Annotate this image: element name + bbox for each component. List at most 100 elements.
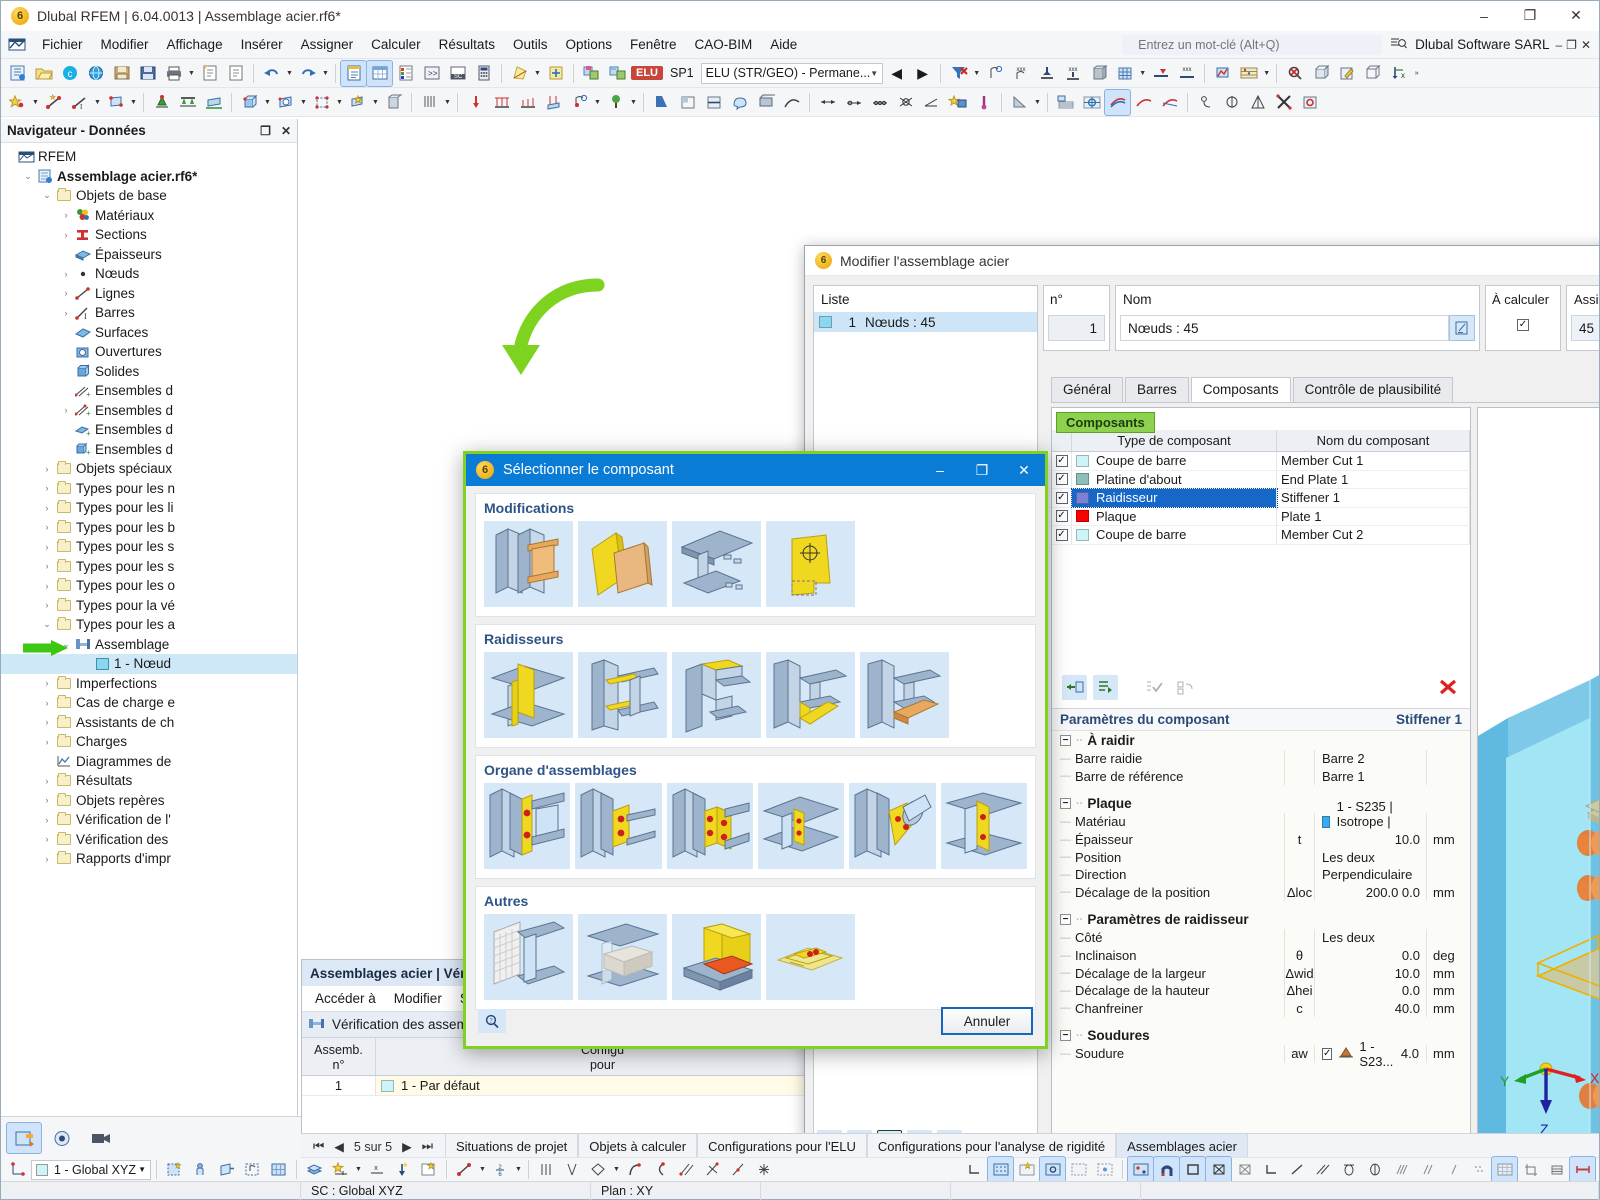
component-checkbox[interactable]: ✓ bbox=[1055, 491, 1068, 504]
parameter-value-cell[interactable]: 1 - S235 | Isotrope | Linéaire... bbox=[1314, 799, 1426, 844]
parameter-value-cell[interactable]: Les deux bbox=[1314, 929, 1426, 947]
nodal-load-icon[interactable] bbox=[463, 90, 488, 115]
solid-dropdown-icon[interactable]: ▼ bbox=[263, 99, 272, 106]
axis-x-icon[interactable]: x bbox=[1386, 61, 1411, 86]
component-row[interactable]: ✓ Coupe de barre Member Cut 1 bbox=[1052, 452, 1470, 471]
parameter-value-cell[interactable]: 10.0 bbox=[1314, 830, 1426, 849]
zoom-cancel-icon[interactable] bbox=[1282, 61, 1307, 86]
redo-dropdown-icon[interactable]: ▼ bbox=[321, 70, 330, 77]
tree-expander-icon[interactable]: ⌄ bbox=[39, 619, 55, 630]
maximize-button[interactable]: ❐ bbox=[1507, 1, 1553, 31]
component-checkbox[interactable]: ✓ bbox=[1055, 528, 1068, 541]
tab-assemblages-acier[interactable]: Assemblages acier bbox=[1116, 1133, 1248, 1160]
dots-snap-icon[interactable] bbox=[1466, 1157, 1491, 1182]
load-shape-dropdown-icon[interactable]: ▼ bbox=[533, 70, 542, 77]
diagram-tool-icon[interactable] bbox=[1007, 90, 1032, 115]
thumb-notch[interactable] bbox=[672, 521, 761, 607]
grid-display-icon[interactable] bbox=[1491, 1156, 1518, 1183]
cs-grid-icon[interactable] bbox=[266, 1157, 291, 1182]
filter-dropdown-icon[interactable]: ▼ bbox=[972, 70, 981, 77]
tree-item[interactable]: › Types pour les li bbox=[1, 498, 297, 518]
component-checkbox[interactable]: ✓ bbox=[1055, 473, 1068, 486]
rect-snap-icon[interactable] bbox=[1179, 1156, 1206, 1183]
tree-item[interactable]: Épaisseurs bbox=[1, 245, 297, 265]
rigid-link-dropdown-icon[interactable]: ▼ bbox=[335, 99, 344, 106]
tree-item[interactable]: + Ensembles d bbox=[1, 440, 297, 460]
parameter-row[interactable]: — Côté Les deux bbox=[1052, 929, 1470, 947]
parameter-row[interactable]: — Épaisseur t 10.0 mm bbox=[1052, 830, 1470, 849]
settings-gear-icon[interactable] bbox=[1297, 90, 1322, 115]
rhombus-icon[interactable] bbox=[586, 1157, 611, 1182]
thumb-base-plate[interactable] bbox=[672, 914, 761, 1000]
table-row[interactable]: 1 1 - Par défaut bbox=[302, 1076, 830, 1096]
dim-label2-icon[interactable]: x bbox=[364, 1157, 389, 1182]
search-icon[interactable] bbox=[1390, 36, 1408, 53]
tree-item[interactable]: › Résultats bbox=[1, 771, 297, 791]
menu-acceder-a[interactable]: Accéder à bbox=[306, 989, 385, 1008]
grid-dash-icon[interactable] bbox=[1066, 1157, 1091, 1182]
dim-horizontal-icon[interactable] bbox=[815, 90, 840, 115]
prev-record-icon[interactable]: ◀ bbox=[334, 1139, 344, 1154]
filter-delete-icon[interactable] bbox=[946, 61, 971, 86]
rotate-icon[interactable] bbox=[1193, 90, 1218, 115]
node-new-icon[interactable] bbox=[5, 90, 30, 115]
tree-item[interactable]: › Nœuds bbox=[1, 264, 297, 284]
thumb-cleat[interactable] bbox=[940, 783, 1027, 869]
thumb-stiffener-corner[interactable] bbox=[672, 652, 761, 738]
group-collapse-icon[interactable]: − bbox=[1060, 735, 1071, 746]
save-all-icon[interactable] bbox=[109, 61, 134, 86]
crop-icon[interactable] bbox=[1518, 1157, 1543, 1182]
tab-composants[interactable]: Composants bbox=[1190, 377, 1291, 402]
tree-expander-icon[interactable]: › bbox=[39, 522, 55, 532]
search-input[interactable] bbox=[1122, 34, 1383, 55]
node-star-icon[interactable] bbox=[416, 1157, 441, 1182]
tab-general[interactable]: Général bbox=[1051, 377, 1124, 402]
select-object-icon[interactable] bbox=[982, 61, 1007, 86]
grid-snap-icon[interactable] bbox=[987, 1156, 1014, 1183]
tree-item[interactable]: › Types pour les b bbox=[1, 518, 297, 538]
surface-load-icon[interactable] bbox=[541, 90, 566, 115]
menu-outils[interactable]: Outils bbox=[504, 34, 557, 55]
load-combination-combo[interactable]: ELU (STR/GEO) - Permane... ▼ bbox=[700, 62, 884, 84]
add-component-icon[interactable] bbox=[1062, 674, 1087, 700]
group-collapse-icon[interactable]: − bbox=[1060, 798, 1071, 810]
weld-checkbox[interactable]: ✓ bbox=[1322, 1047, 1333, 1060]
release-icon[interactable] bbox=[649, 90, 674, 115]
grid-plus-icon[interactable] bbox=[543, 61, 568, 86]
tree-expander-icon[interactable]: › bbox=[39, 483, 55, 493]
cs-new-icon[interactable] bbox=[162, 1157, 187, 1182]
component-list-icon[interactable] bbox=[1093, 674, 1118, 700]
result-diagram-icon[interactable] bbox=[1210, 61, 1235, 86]
arc2-icon[interactable] bbox=[648, 1157, 673, 1182]
arc-icon[interactable] bbox=[622, 1157, 647, 1182]
rigid-link-icon[interactable] bbox=[309, 90, 334, 115]
tree-item[interactable]: › Sections bbox=[1, 225, 297, 245]
thumb-gusset-tube[interactable] bbox=[849, 783, 936, 869]
grid-step-icon[interactable]: 26 bbox=[488, 1157, 513, 1182]
mirror-icon[interactable] bbox=[1219, 90, 1244, 115]
fit-view-icon[interactable] bbox=[1569, 1156, 1596, 1183]
star-tool-icon[interactable] bbox=[945, 90, 970, 115]
tree-expander-icon[interactable]: › bbox=[58, 230, 74, 240]
opening-dropdown-icon[interactable]: ▼ bbox=[299, 99, 308, 106]
member-new-icon[interactable]: I bbox=[67, 90, 92, 115]
tree-item[interactable]: › Matériaux bbox=[1, 206, 297, 226]
tree-item[interactable]: › Cas de charge e bbox=[1, 693, 297, 713]
surface-new-icon[interactable] bbox=[103, 90, 128, 115]
layers-icon[interactable] bbox=[302, 1157, 327, 1182]
close-button[interactable]: ✕ bbox=[1553, 1, 1599, 31]
tree-expander-icon[interactable]: › bbox=[39, 464, 55, 474]
deform-view3-icon[interactable] bbox=[1157, 90, 1182, 115]
tree-item[interactable]: ⌄ Types pour les a bbox=[1, 615, 297, 635]
tree-expander-icon[interactable]: › bbox=[39, 854, 55, 864]
thumb-cut-plate[interactable] bbox=[578, 521, 667, 607]
select-cancel-button[interactable]: Annuler bbox=[941, 1007, 1033, 1035]
surface-support-icon[interactable] bbox=[201, 90, 226, 115]
surface-dropdown-icon[interactable]: ▼ bbox=[129, 99, 138, 106]
tree-item[interactable]: › Rapports d'impr bbox=[1, 849, 297, 869]
parameter-value-cell[interactable]: 10.0 bbox=[1314, 964, 1426, 982]
a-calculer-checkbox[interactable]: ✓ bbox=[1517, 319, 1529, 331]
ortho-icon[interactable] bbox=[962, 1157, 987, 1182]
page-icon[interactable] bbox=[223, 61, 248, 86]
tree-item[interactable]: › Charges bbox=[1, 732, 297, 752]
